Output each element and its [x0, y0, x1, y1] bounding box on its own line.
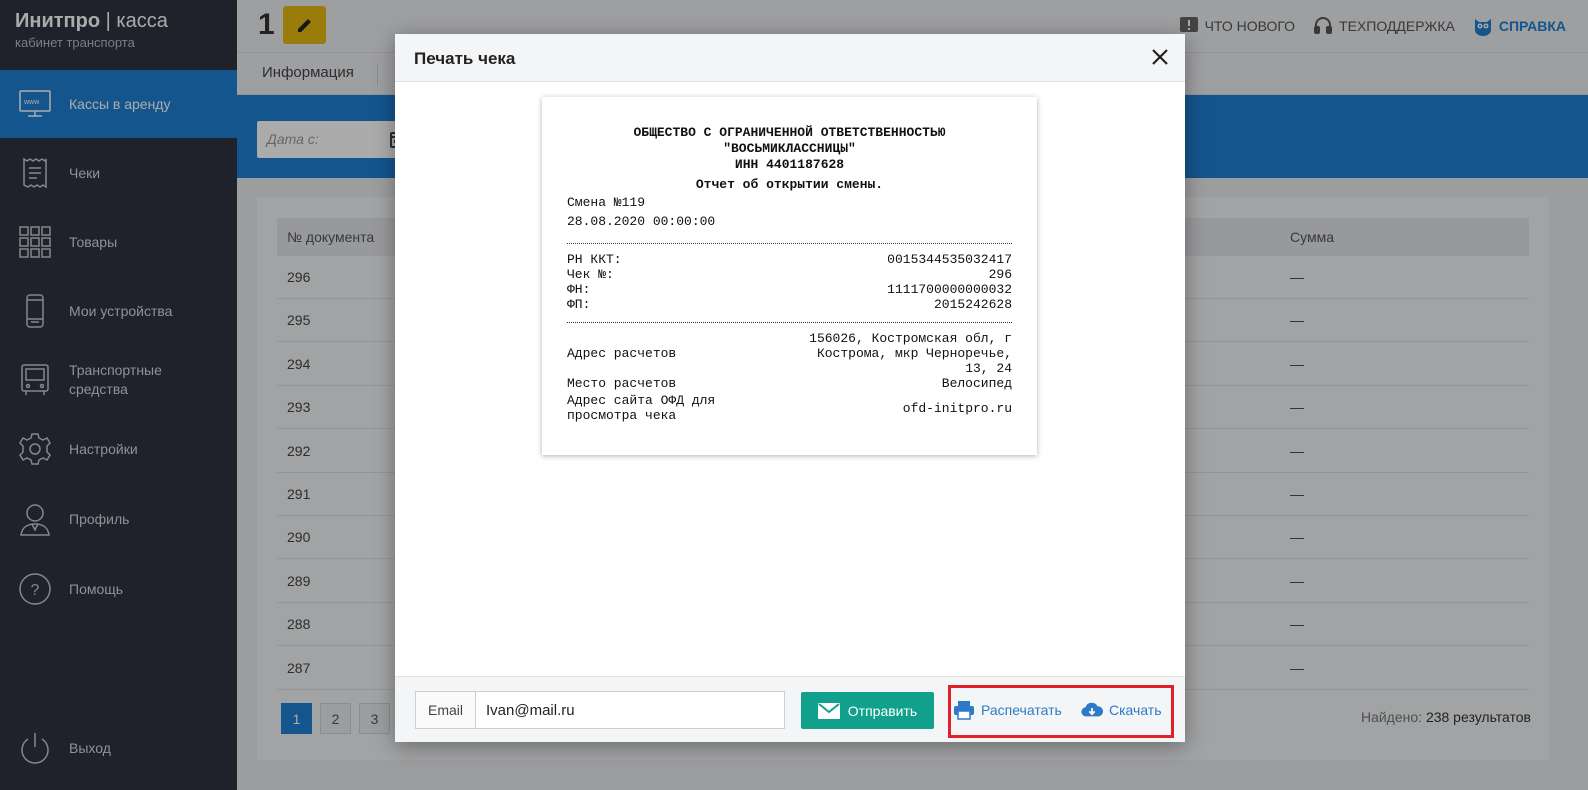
- receipt-place-label: Место расчетов: [567, 376, 677, 391]
- receipt-inn: ИНН 4401187628: [734, 157, 845, 172]
- email-label: Email: [416, 692, 476, 728]
- receipt-field-value: 296: [988, 267, 1012, 282]
- cloud-download-icon: [1081, 702, 1103, 717]
- receipt-field: Чек №: 296: [567, 267, 1012, 282]
- receipt-address: Адрес расчетов 156026, Костромская обл, …: [567, 331, 1012, 376]
- receipt-site: Адрес сайта ОФД для просмотра чека ofd-i…: [567, 393, 1012, 423]
- receipt-site-label: Адрес сайта ОФД для просмотра чека: [567, 393, 716, 423]
- print-receipt-modal: Печать чека ОБЩЕСТВО С ОГРАНИЧЕННОЙ ОТВЕ…: [395, 34, 1185, 742]
- receipt-field: ФН: 1111700000000032: [567, 282, 1012, 297]
- receipt-divider: [567, 322, 1012, 323]
- receipt-divider: [567, 243, 1012, 244]
- envelope-icon: [817, 702, 840, 719]
- receipt-field-key: ФП:: [567, 297, 591, 312]
- download-button[interactable]: Скачать: [1081, 700, 1162, 720]
- download-label: Скачать: [1109, 702, 1162, 718]
- print-label: Распечатать: [981, 702, 1062, 718]
- receipt-datetime: 28.08.2020 00:00:00: [567, 214, 716, 229]
- receipt-org-line1: ОБЩЕСТВО С ОГРАНИЧЕННОЙ ОТВЕТСТВЕННОСТЬЮ: [633, 125, 946, 140]
- printer-icon: [954, 701, 974, 720]
- receipt-place-value: Велосипед: [941, 376, 1012, 391]
- receipt-org-line2: "ВОСЬМИКЛАССНИЦЫ": [723, 141, 856, 156]
- receipt-field-key: ФН:: [567, 282, 591, 297]
- modal-header: Печать чека: [395, 34, 1185, 82]
- receipt-shift: Смена №119: [567, 195, 646, 210]
- receipt-address-label: Адрес расчетов: [567, 346, 677, 361]
- receipt-field-value: 0015344535032417: [887, 252, 1012, 267]
- receipt-field: РН ККТ: 0015344535032417: [567, 252, 1012, 267]
- modal-body: ОБЩЕСТВО С ОГРАНИЧЕННОЙ ОТВЕТСТВЕННОСТЬЮ…: [395, 82, 1185, 676]
- receipt-field-value: 1111700000000032: [887, 282, 1012, 297]
- receipt-field: ФП: 2015242628: [567, 297, 1012, 312]
- close-icon[interactable]: [1149, 46, 1171, 68]
- send-button[interactable]: Отправить: [801, 692, 934, 729]
- receipt-field-key: Чек №:: [567, 267, 614, 282]
- send-label: Отправить: [847, 702, 918, 719]
- modal-title: Печать чека: [414, 49, 516, 68]
- receipt-field-value: 2015242628: [933, 297, 1012, 312]
- receipt-preview: ОБЩЕСТВО С ОГРАНИЧЕННОЙ ОТВЕТСТВЕННОСТЬЮ…: [542, 97, 1037, 455]
- print-button[interactable]: Распечатать: [953, 700, 1062, 720]
- receipt-address-value: 156026, Костромская обл, г Кострома, мкр…: [809, 331, 1012, 376]
- receipt-doc-title: Отчет об открытии смены.: [695, 177, 884, 192]
- email-input[interactable]: Ivan@mail.ru: [476, 692, 784, 728]
- receipt-field-key: РН ККТ:: [567, 252, 622, 267]
- modal-footer: Email Ivan@mail.ru Отправить Распечатать…: [395, 676, 1185, 742]
- receipt-site-value: ofd-initpro.ru: [902, 400, 1012, 416]
- receipt-place: Место расчетов Велосипед: [567, 376, 1012, 391]
- email-field: Email Ivan@mail.ru: [415, 691, 785, 729]
